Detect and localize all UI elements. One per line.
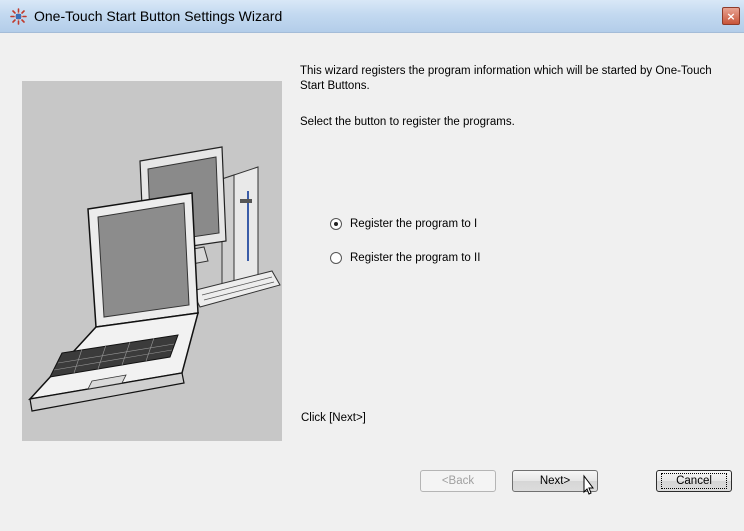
close-icon: × xyxy=(726,9,736,23)
radio-label-program-ii: Register the program to II xyxy=(350,252,481,264)
back-button[interactable]: <Back xyxy=(420,470,496,492)
hint-text: Click [Next>] xyxy=(301,412,366,424)
cancel-button[interactable]: Cancel xyxy=(656,470,732,492)
radio-button-selected[interactable] xyxy=(330,218,342,230)
radio-label-program-i: Register the program to I xyxy=(350,218,478,230)
next-button-label: Next> xyxy=(539,475,571,487)
mouse-cursor-icon xyxy=(583,474,594,495)
title-bar[interactable]: One-Touch Start Button Settings Wizard × xyxy=(0,0,744,33)
radio-button[interactable] xyxy=(330,252,342,264)
wizard-body: This wizard registers the program inform… xyxy=(0,33,744,531)
wizard-window: One-Touch Start Button Settings Wizard × xyxy=(0,0,744,531)
window-title: One-Touch Start Button Settings Wizard xyxy=(34,8,283,24)
computer-illustration xyxy=(22,81,282,441)
instruction-text: Select the button to register the progra… xyxy=(300,116,515,128)
intro-text: This wizard registers the program inform… xyxy=(300,65,712,92)
back-button-label: <Back xyxy=(441,475,475,487)
radio-option-program-ii[interactable]: Register the program to II xyxy=(330,250,480,266)
radio-option-program-i[interactable]: Register the program to I xyxy=(330,216,477,232)
close-button[interactable]: × xyxy=(722,7,740,25)
cancel-button-label: Cancel xyxy=(661,473,727,489)
wizard-app-icon xyxy=(10,8,27,25)
